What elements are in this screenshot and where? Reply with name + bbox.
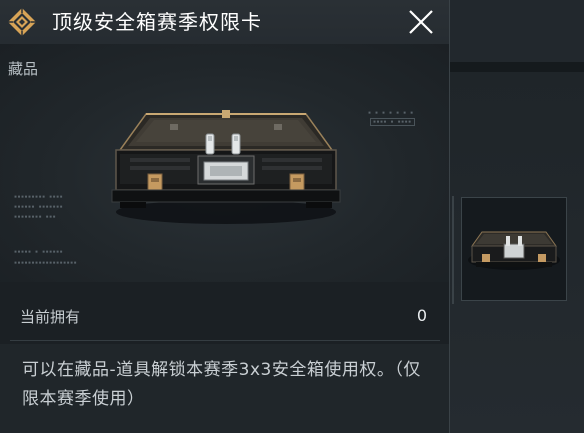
divider xyxy=(10,340,440,341)
decorative-readout-box: ▪▪▪▪ ▪ ▪▪▪▪ xyxy=(370,118,415,126)
category-label: 藏品 xyxy=(8,60,39,78)
close-icon[interactable] xyxy=(405,6,437,38)
panel-header: 顶级安全箱赛季权限卡 xyxy=(0,0,449,44)
item-description: 可以在藏品-道具解锁本赛季3x3安全箱使用权。（仅限本赛季使用） xyxy=(22,360,421,409)
decorative-lines: ▪▪▪▪▪▪▪▪ ▪▪▪ xyxy=(14,214,57,220)
decorative-lines: ▪▪▪▪▪▪▪▪▪▪▪▪▪▪▪▪▪▪ xyxy=(14,260,78,266)
safe-case-image xyxy=(110,106,342,226)
diamond-emblem-icon xyxy=(6,6,38,38)
decorative-readout: ▪ ▪ ▪ ▪ ▪ ▪ ▪ xyxy=(368,110,414,116)
item-showcase: 藏品 ▪ ▪ ▪ ▪ ▪ ▪ ▪ ▪▪▪▪ ▪ ▪▪▪▪ ▪▪▪▪▪▪▪▪▪ ▪… xyxy=(0,44,449,282)
decorative-lines: ▪▪▪▪▪▪▪▪▪ ▪▪▪▪ xyxy=(14,194,64,200)
owned-count-value: 0 xyxy=(416,306,427,325)
decorative-lines: ▪▪▪▪▪ ▪ ▪▪▪▪▪▪ xyxy=(14,249,64,255)
owned-count-label: 当前拥有 xyxy=(20,308,81,326)
page-title: 顶级安全箱赛季权限卡 xyxy=(52,10,262,34)
ownership-row: 当前拥有 0 xyxy=(0,282,449,344)
app-stage: 顶级安全箱赛季权限卡 藏品 ▪ ▪ ▪ ▪ ▪ ▪ ▪ ▪▪▪▪ ▪ ▪▪▪▪ … xyxy=(0,0,584,433)
item-separator xyxy=(452,196,454,304)
decorative-lines: ▪▪▪▪▪▪ ▪▪▪▪▪▪▪ xyxy=(14,204,64,210)
item-detail-panel: 顶级安全箱赛季权限卡 藏品 ▪ ▪ ▪ ▪ ▪ ▪ ▪ ▪▪▪▪ ▪ ▪▪▪▪ … xyxy=(0,0,450,433)
safe-case-thumbnail-image xyxy=(462,198,566,300)
background-band xyxy=(450,62,584,72)
item-thumbnail[interactable] xyxy=(461,197,567,301)
